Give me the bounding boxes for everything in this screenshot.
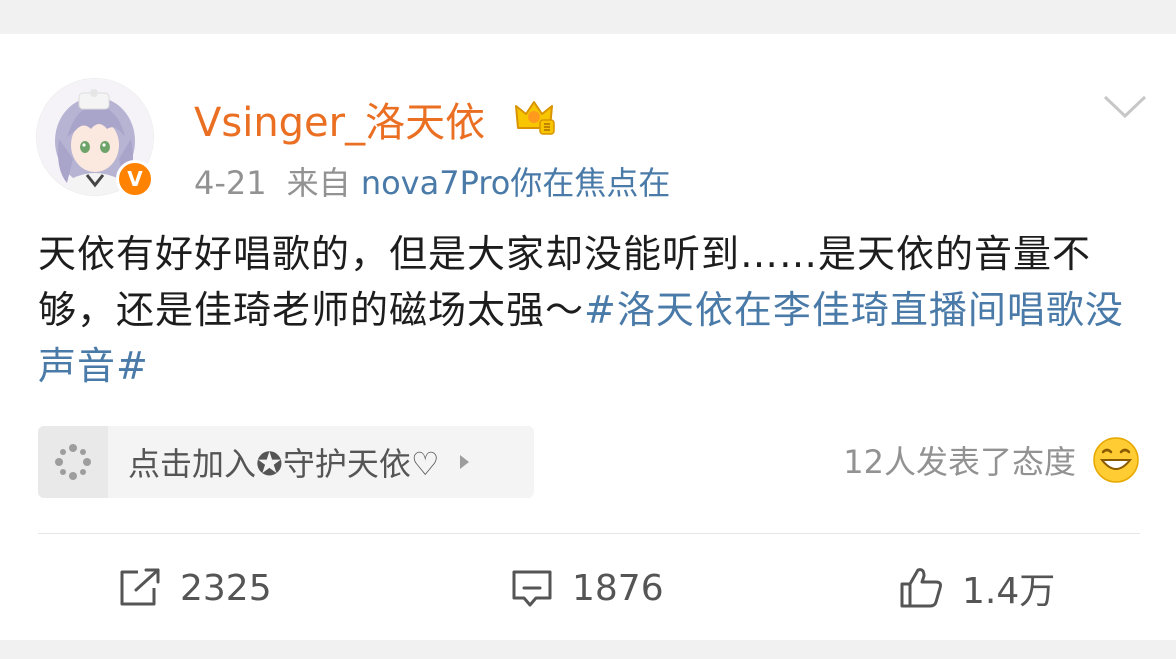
repost-icon	[120, 568, 160, 606]
author-name[interactable]: Vsinger_洛天依	[194, 90, 485, 148]
guard-icon-box	[38, 426, 108, 498]
repost-button[interactable]: 2325	[118, 562, 272, 614]
post-body: 天依有好好唱歌的，但是大家却没能听到……是天依的音量不够，还是佳琦老师的磁场太强…	[38, 226, 1138, 394]
sparkle-icon	[55, 444, 91, 480]
comment-count: 1876	[572, 567, 664, 609]
source-app-link[interactable]: nova7Pro你在焦点在	[361, 164, 671, 202]
guard-label: 点击加入✪守护天依♡	[128, 445, 440, 483]
crown-icon[interactable]	[512, 94, 556, 138]
divider	[38, 533, 1140, 534]
author-avatar-wrap[interactable]: V	[36, 78, 154, 198]
comment-button[interactable]: 1876	[510, 562, 664, 614]
comment-icon	[512, 570, 552, 607]
reactions-summary[interactable]: 12人发表了态度	[843, 436, 1140, 484]
caret-right-icon	[459, 455, 469, 469]
weibo-post-card: V Vsinger_洛天依 4-21 来自 nova7Pro你在焦点在 天依有好好…	[0, 34, 1176, 640]
reactions-text: 12人发表了态度	[843, 443, 1076, 481]
chevron-down-icon[interactable]	[1102, 92, 1148, 122]
post-date: 4-21	[194, 164, 267, 202]
thumbs-up-icon	[900, 568, 942, 608]
like-count: 1.4万	[962, 571, 1056, 612]
grinning-emoji-icon	[1093, 437, 1139, 483]
source-prefix: 来自	[286, 164, 351, 202]
like-button[interactable]: 1.4万	[898, 562, 1055, 614]
guard-join-button[interactable]: 点击加入✪守护天依♡	[38, 426, 534, 498]
repost-count: 2325	[180, 567, 272, 609]
verified-badge: V	[116, 160, 154, 198]
post-meta: 4-21 来自 nova7Pro你在焦点在	[194, 158, 670, 204]
